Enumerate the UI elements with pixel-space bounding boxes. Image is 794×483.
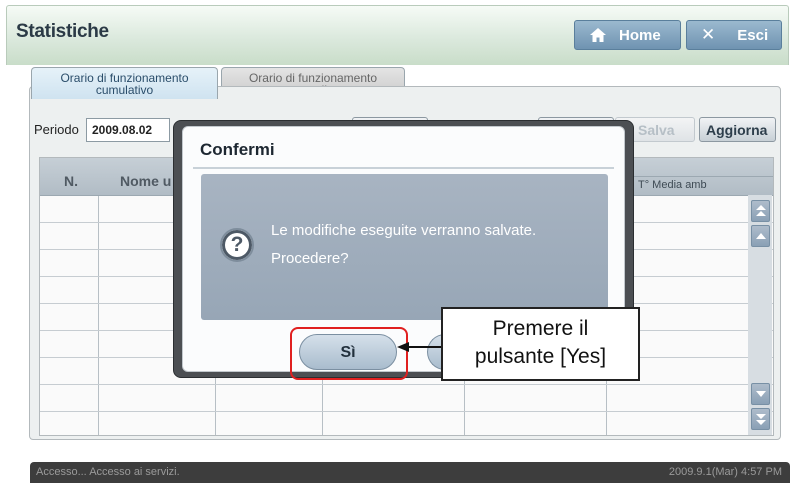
dialog-divider bbox=[193, 167, 614, 169]
scroll-down-button[interactable] bbox=[751, 383, 770, 405]
double-chevron-down-icon bbox=[755, 414, 766, 425]
home-label: Home bbox=[619, 26, 661, 44]
double-chevron-up-icon bbox=[755, 205, 766, 216]
question-icon: ? bbox=[220, 228, 254, 262]
status-datetime: 2009.9.1(Mar) 4:57 PM bbox=[668, 466, 782, 478]
callout-arrow bbox=[397, 342, 443, 352]
callout-line1: Premere il bbox=[492, 317, 589, 340]
tab-cumulative[interactable]: Orario di funzionamento cumulativo bbox=[31, 67, 218, 99]
page-title: Statistiche bbox=[16, 21, 109, 42]
column-header-name: Nome u bbox=[120, 173, 172, 189]
refresh-button[interactable]: Aggiorna bbox=[699, 117, 776, 142]
period-label: Periodo bbox=[34, 122, 79, 137]
table-row bbox=[40, 411, 773, 412]
table-row bbox=[40, 384, 773, 385]
tab-label-line2: cumulativo bbox=[95, 83, 154, 97]
home-button[interactable]: Home bbox=[574, 20, 681, 50]
column-header-avg-temp: T° Media amb bbox=[638, 179, 707, 191]
chevron-down-icon bbox=[755, 391, 766, 397]
exit-button[interactable]: ✕ Esci bbox=[686, 20, 782, 50]
instruction-callout: Premere il pulsante [Yes] bbox=[441, 307, 640, 381]
status-message: Accesso... Accesso ai servizi. bbox=[36, 466, 180, 478]
dialog-message-line1: Le modifiche eseguite verranno salvate. bbox=[271, 222, 537, 239]
home-icon bbox=[590, 28, 606, 42]
column-divider bbox=[98, 196, 99, 435]
dialog-message-box: ? Le modifiche eseguite verranno salvate… bbox=[201, 174, 608, 320]
column-header-number: N. bbox=[64, 173, 78, 189]
header-divider bbox=[628, 176, 773, 177]
scroll-top-button[interactable] bbox=[751, 200, 770, 222]
dialog-message-line2: Procedere? bbox=[271, 250, 349, 267]
exit-label: Esci bbox=[737, 26, 769, 44]
scroll-bottom-button[interactable] bbox=[751, 408, 770, 430]
period-date-field[interactable]: 2009.08.02 bbox=[86, 118, 170, 142]
yes-button[interactable]: Sì bbox=[299, 334, 397, 370]
dialog-title: Confermi bbox=[200, 140, 275, 159]
close-icon: ✕ bbox=[701, 25, 716, 44]
vertical-scrollbar[interactable] bbox=[748, 195, 772, 435]
status-bar: Accesso... Accesso ai servizi. 2009.9.1(… bbox=[30, 462, 790, 483]
scroll-up-button[interactable] bbox=[751, 225, 770, 247]
chevron-up-icon bbox=[755, 233, 766, 239]
callout-line2: pulsante [Yes] bbox=[474, 345, 607, 368]
